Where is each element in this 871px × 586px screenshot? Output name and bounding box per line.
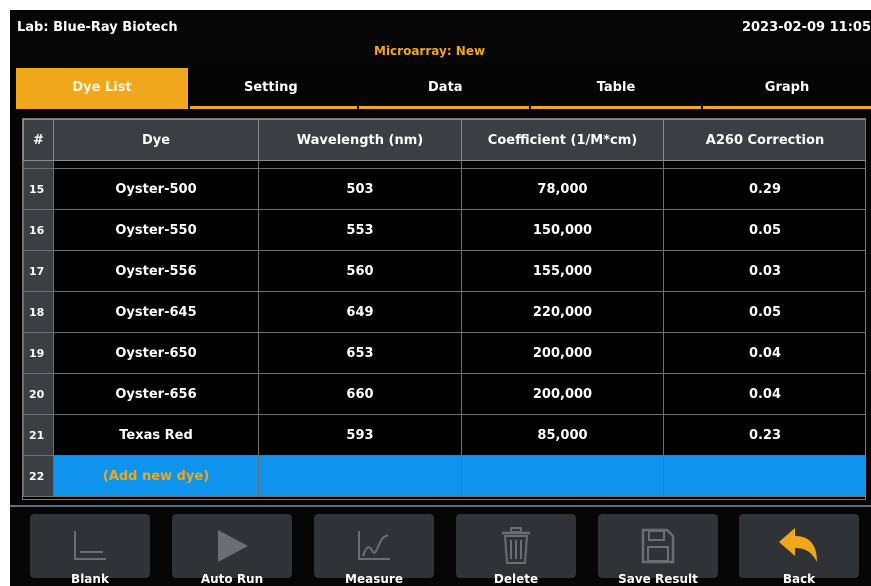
wavelength: 553 [258, 209, 462, 251]
dye-name: Texas Red [53, 414, 259, 456]
column-header-number: # [23, 119, 54, 161]
a260-correction: 0.03 [663, 250, 865, 292]
measure-curve-icon [354, 528, 394, 564]
blank-button[interactable] [30, 514, 150, 578]
dye-name: Oyster-550 [53, 209, 259, 251]
wavelength: 503 [258, 168, 462, 210]
datetime: 2023-02-09 11:05 [741, 20, 871, 35]
table-row[interactable]: 17 Oyster-556 560 155,000 0.03 [23, 250, 865, 292]
a260-correction: 0.23 [663, 414, 865, 456]
row-number: 22 [23, 455, 54, 497]
blank-baseline-icon [70, 528, 110, 564]
tab-data[interactable]: Data [359, 68, 529, 109]
auto-run-button[interactable] [172, 514, 292, 578]
a260-correction: 0.05 [663, 209, 865, 251]
lab-name: Lab: Blue-Ray Biotech [17, 20, 178, 35]
row-number: 19 [23, 332, 54, 374]
row-number: 20 [23, 373, 54, 415]
floppy-disk-icon [638, 527, 678, 565]
dye-name: Oyster-645 [53, 291, 259, 333]
auto-run-label: Auto Run [200, 572, 264, 586]
row-number: 21 [23, 414, 54, 456]
back-label: Back [782, 572, 816, 586]
measure-button[interactable] [314, 514, 434, 578]
a260-correction: 0.29 [663, 168, 865, 210]
column-header-a260: A260 Correction [663, 119, 865, 161]
back-button[interactable] [739, 514, 859, 578]
trash-icon [496, 527, 536, 565]
row-number: 15 [23, 168, 54, 210]
add-new-dye-label[interactable]: (Add new dye) [53, 455, 259, 497]
coefficient: 85,000 [461, 414, 664, 456]
tab-bar: Dye List Setting Data Table Graph [16, 68, 871, 109]
dye-name: Oyster-500 [53, 168, 259, 210]
table-header-row: # Dye Wavelength (nm) Coefficient (1/M*c… [23, 119, 865, 161]
column-header-wavelength: Wavelength (nm) [258, 119, 462, 161]
dye-name: Oyster-556 [53, 250, 259, 292]
table-row[interactable]: 19 Oyster-650 653 200,000 0.04 [23, 332, 865, 374]
coefficient: 200,000 [461, 373, 664, 415]
a260-correction: 0.04 [663, 373, 865, 415]
row-number: 18 [23, 291, 54, 333]
table-row[interactable]: 18 Oyster-645 649 220,000 0.05 [23, 291, 865, 333]
wavelength: 560 [258, 250, 462, 292]
delete-label: Delete [493, 572, 539, 586]
measure-label: Measure [345, 572, 403, 586]
a260-correction: 0.05 [663, 291, 865, 333]
coefficient: 150,000 [461, 209, 664, 251]
save-result-button[interactable] [598, 514, 718, 578]
status-bar: Lab: Blue-Ray Biotech Microarray: New 20… [10, 10, 871, 66]
tab-graph[interactable]: Graph [703, 68, 871, 109]
dye-name: Oyster-656 [53, 373, 259, 415]
save-result-label: Save Result [618, 572, 698, 586]
back-arrow-icon [777, 526, 821, 566]
row-number: 16 [23, 209, 54, 251]
a260-correction: 0.04 [663, 332, 865, 374]
instrument-screen: Lab: Blue-Ray Biotech Microarray: New 20… [10, 10, 871, 586]
dye-name: Oyster-650 [53, 332, 259, 374]
tab-table[interactable]: Table [531, 68, 701, 109]
blank-label: Blank [71, 572, 109, 586]
play-icon [212, 528, 252, 564]
column-header-dye: Dye [53, 119, 259, 161]
table-row[interactable]: 20 Oyster-656 660 200,000 0.04 [23, 373, 865, 415]
wavelength: 660 [258, 373, 462, 415]
column-header-coefficient: Coefficient (1/M*cm) [461, 119, 664, 161]
table-row[interactable]: 15 Oyster-500 503 78,000 0.29 [23, 168, 865, 210]
coefficient: 200,000 [461, 332, 664, 374]
coefficient: 220,000 [461, 291, 664, 333]
tab-data-label: Data [428, 79, 463, 95]
wavelength: 593 [258, 414, 462, 456]
tab-setting[interactable]: Setting [190, 68, 357, 109]
add-new-dye-row[interactable]: 22 (Add new dye) [23, 455, 865, 497]
delete-button[interactable] [456, 514, 576, 578]
toolbar-divider [10, 505, 871, 507]
table-row-partial[interactable] [23, 160, 865, 169]
mode-title: Microarray: New [374, 44, 486, 58]
row-number: 17 [23, 250, 54, 292]
tab-dye-list[interactable]: Dye List [16, 68, 188, 109]
dye-table[interactable]: # Dye Wavelength (nm) Coefficient (1/M*c… [22, 118, 866, 500]
action-toolbar: Blank Auto Run Measure Delete Save Resul… [10, 508, 871, 586]
wavelength: 649 [258, 291, 462, 333]
wavelength: 653 [258, 332, 462, 374]
coefficient: 78,000 [461, 168, 664, 210]
coefficient: 155,000 [461, 250, 664, 292]
table-row[interactable]: 21 Texas Red 593 85,000 0.23 [23, 414, 865, 456]
table-row[interactable]: 16 Oyster-550 553 150,000 0.05 [23, 209, 865, 251]
tab-setting-label: Setting [244, 79, 298, 95]
